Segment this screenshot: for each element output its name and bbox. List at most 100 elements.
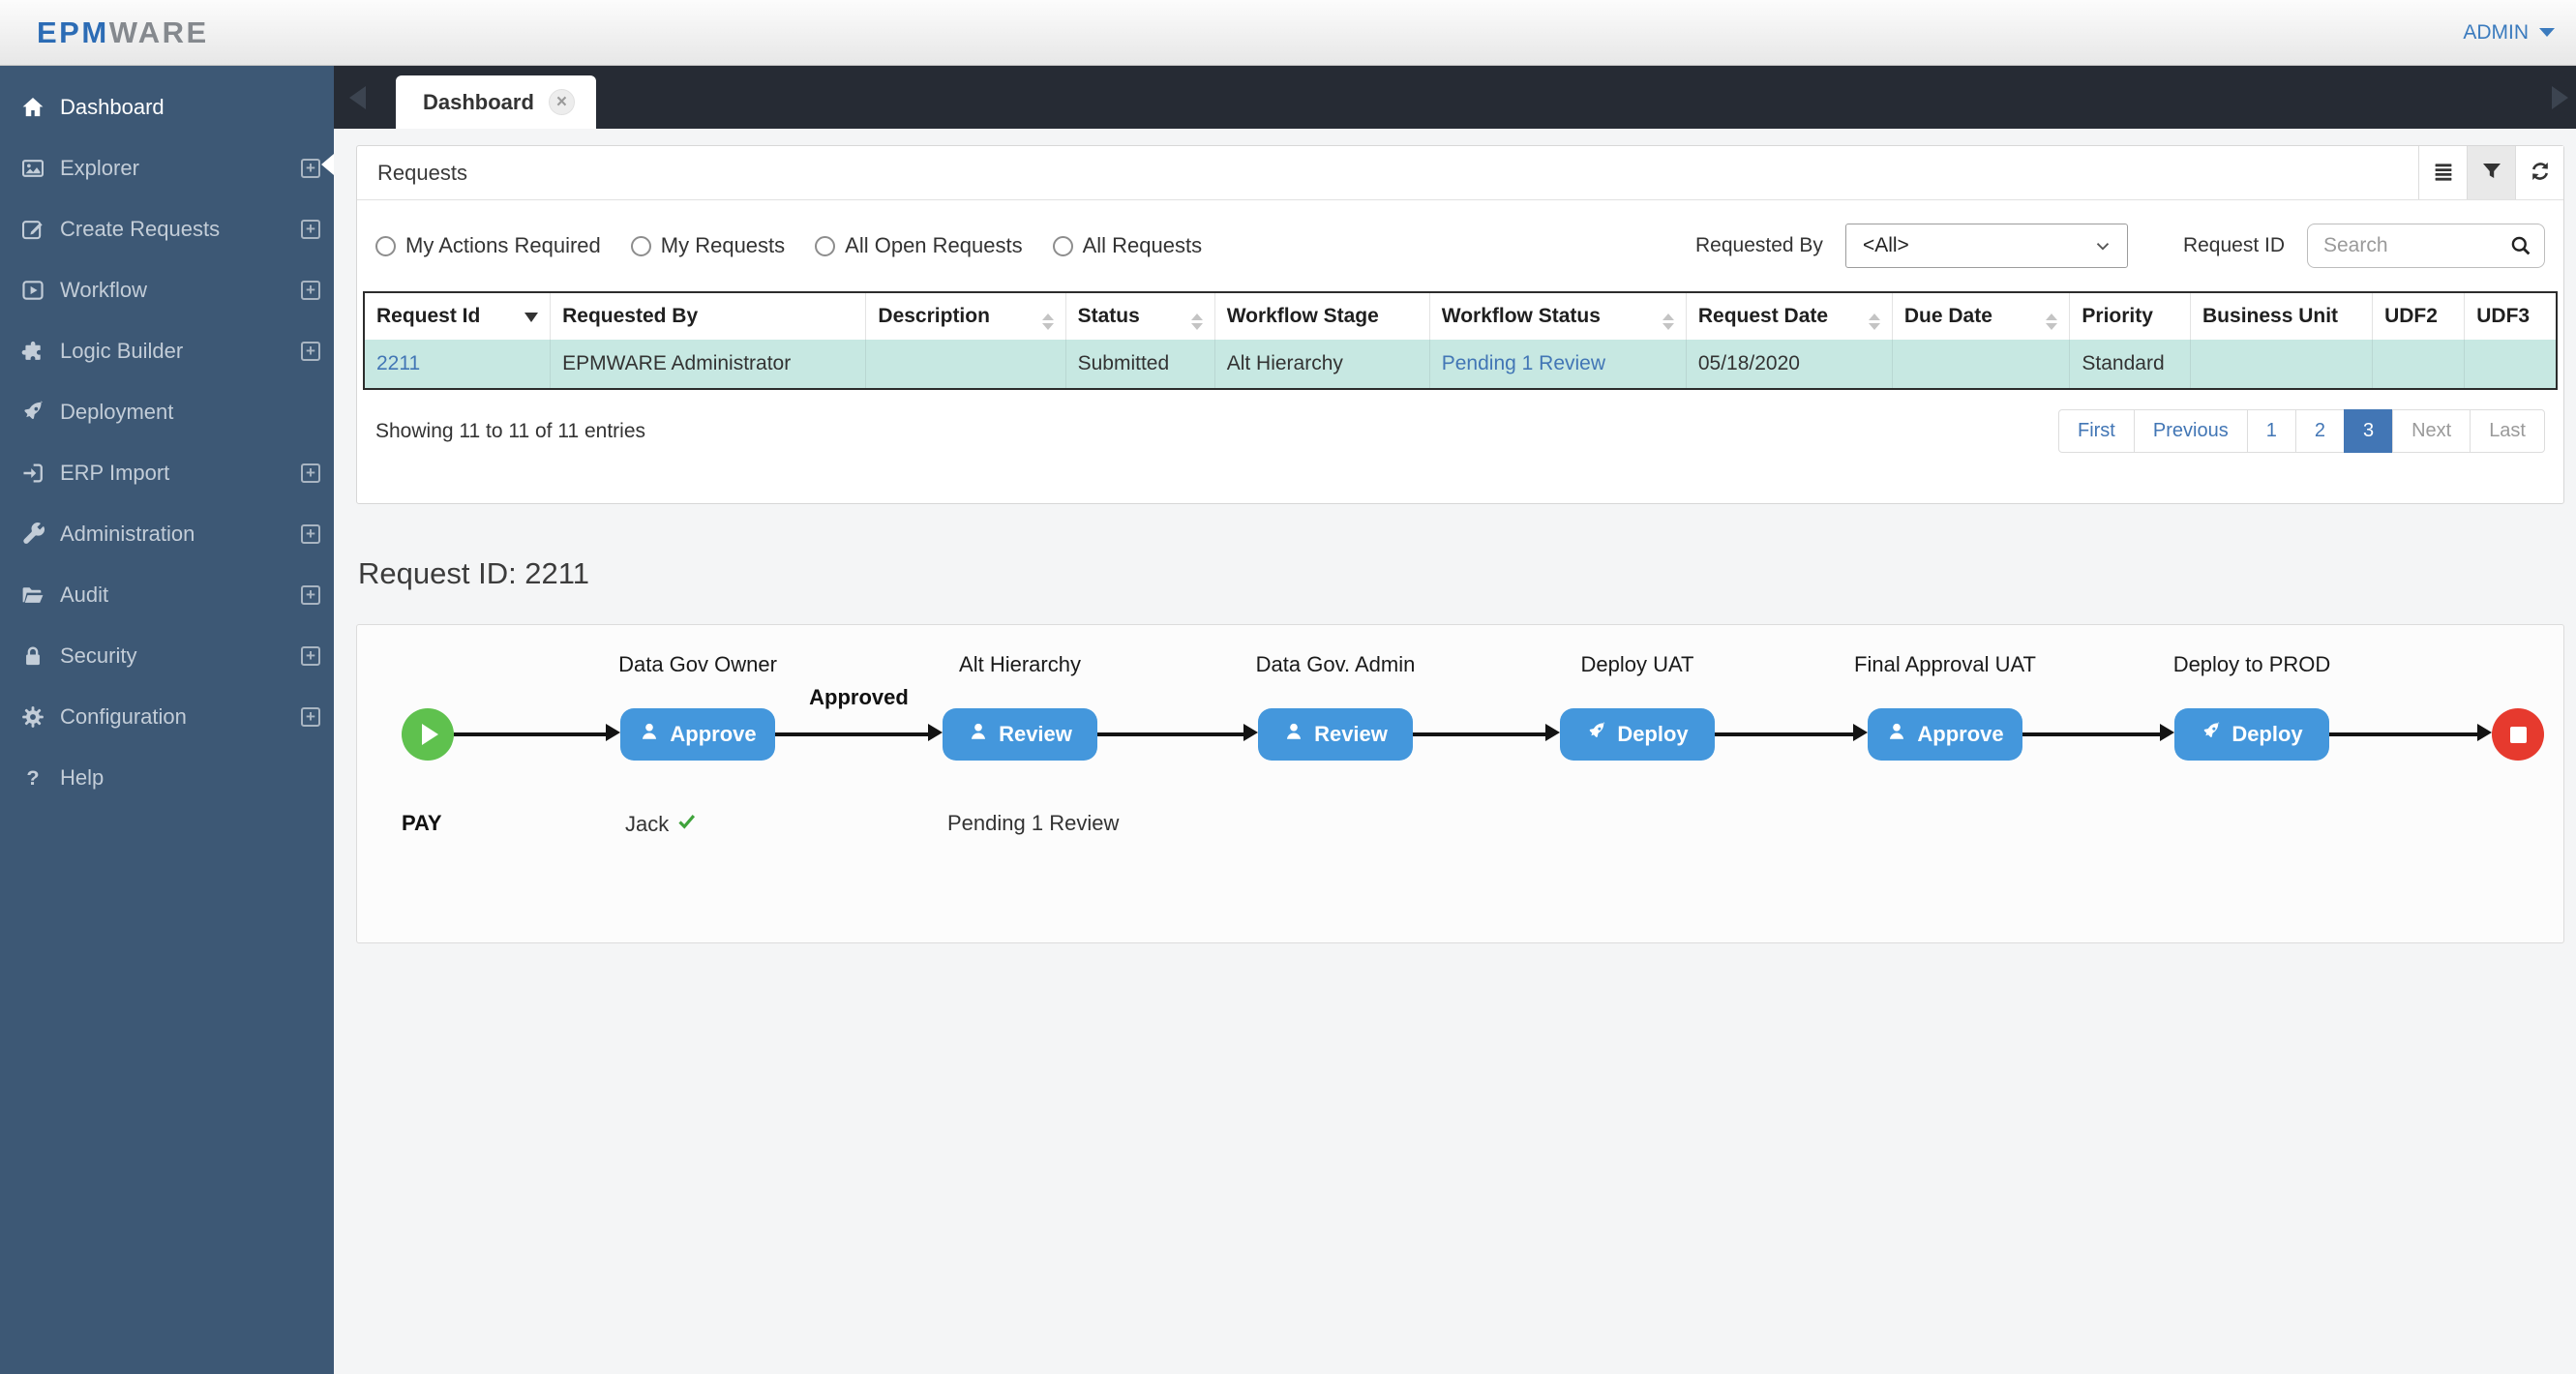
sidebar-item-administration[interactable]: Administration + [0, 503, 334, 564]
scroll-tabs-right-icon[interactable] [2552, 86, 2568, 109]
column-header-workflow-stage[interactable]: Workflow Stage [1214, 292, 1430, 340]
stage-button-review-data-gov-admin[interactable]: Review [1258, 708, 1413, 761]
close-icon[interactable]: × [548, 89, 575, 115]
table-row[interactable]: 2211 EPMWARE Administrator Submitted Alt Hi… [364, 340, 2558, 389]
stage-button-deploy-deploy-to-prod[interactable]: Deploy [2174, 708, 2329, 761]
pagination: First Previous 1 2 3 Next Last [2057, 409, 2545, 453]
expand-icon[interactable]: + [301, 584, 320, 605]
list-button[interactable] [2418, 146, 2467, 199]
cell-link[interactable]: Pending 1 Review [1429, 340, 1687, 389]
column-header-status[interactable]: Status [1065, 292, 1215, 340]
sidebar-item-deployment[interactable]: Deployment [0, 381, 334, 442]
user-menu[interactable]: ADMIN [2463, 21, 2557, 45]
search-box [2307, 224, 2545, 268]
sidebar-item-logic-builder[interactable]: Logic Builder + [0, 320, 334, 381]
column-header-request-date[interactable]: Request Date [1686, 292, 1893, 340]
sidebar-item-workflow[interactable]: Workflow + [0, 259, 334, 320]
expand-icon[interactable]: + [301, 706, 320, 727]
tab-label: Dashboard [423, 89, 534, 114]
lookup-controls: Requested By <All> Request ID [1695, 224, 2545, 268]
radio-my-actions-required[interactable]: My Actions Required [375, 233, 601, 258]
sidebar-item-label: ERP Import [60, 460, 170, 485]
expand-icon[interactable]: + [301, 463, 320, 483]
image-icon [17, 155, 48, 182]
workflow-arrow [2022, 732, 2163, 736]
page-3[interactable]: 3 [2343, 409, 2394, 453]
user-icon [1886, 721, 1907, 748]
stage-button-review-alt-hierarchy[interactable]: Review [943, 708, 1097, 761]
column-label: Business Unit [2202, 305, 2339, 327]
requests-panel-header: Requests [357, 146, 2563, 200]
column-header-udf3[interactable]: UDF3 [2464, 292, 2558, 340]
search-icon[interactable] [2509, 234, 2532, 257]
sidebar-item-label: Administration [60, 521, 195, 546]
stage-title: Data Gov Owner [618, 652, 777, 676]
radio-my-requests[interactable]: My Requests [630, 233, 785, 258]
filter-row: My Actions Required My Requests All Open R… [363, 224, 2558, 268]
column-header-requested-by[interactable]: Requested By [550, 292, 867, 340]
expand-icon[interactable]: + [301, 523, 320, 544]
column-header-workflow-status[interactable]: Workflow Status [1429, 292, 1687, 340]
cell-link[interactable]: 2211 [364, 340, 552, 389]
scroll-tabs-left-icon[interactable] [349, 86, 366, 109]
cell: EPMWARE Administrator [550, 340, 867, 389]
column-label: Request Date [1697, 305, 1829, 327]
page-first[interactable]: First [2057, 409, 2135, 453]
sidebar-item-security[interactable]: Security + [0, 625, 334, 686]
radio-circle [375, 235, 396, 256]
column-header-request-id[interactable]: Request Id [364, 292, 552, 340]
chevron-down-icon [2096, 243, 2110, 251]
stage-button-label: Approve [670, 722, 757, 746]
page-previous[interactable]: Previous [2133, 409, 2248, 453]
column-header-priority[interactable]: Priority [2069, 292, 2192, 340]
wrench-icon [17, 521, 48, 548]
stage-title: Deploy UAT [1580, 652, 1694, 676]
sidebar-item-audit[interactable]: Audit + [0, 564, 334, 625]
radio-all-requests[interactable]: All Requests [1052, 233, 1202, 258]
deploy-rocket-icon [1586, 721, 1607, 748]
refresh-button[interactable] [2515, 146, 2563, 199]
stage-button-approve-final-approval-uat[interactable]: Approve [1868, 708, 2022, 761]
filter-button[interactable] [2467, 146, 2515, 199]
sort-icon [1036, 303, 1054, 330]
sidebar-item-help[interactable]: ? Help [0, 747, 334, 808]
sidebar-collapse-icon[interactable] [321, 154, 334, 175]
requested-by-select[interactable]: <All> [1844, 224, 2128, 268]
stage-title: Alt Hierarchy [959, 652, 1081, 676]
question-icon: ? [17, 764, 48, 792]
requests-panel: Requests My Actions Required My Requests A… [356, 145, 2564, 504]
expand-icon[interactable]: + [301, 341, 320, 361]
sidebar-item-dashboard[interactable]: Dashboard [0, 76, 334, 137]
expand-icon[interactable]: + [301, 280, 320, 300]
stage-button-label: Review [999, 722, 1072, 746]
selected-value: <All> [1862, 234, 1909, 256]
sidebar-item-configuration[interactable]: Configuration + [0, 686, 334, 747]
table-header-row: Request Id Requested By Description Status W… [364, 292, 2558, 340]
stage-status: Pending 1 Review [947, 811, 1119, 836]
page-1[interactable]: 1 [2246, 409, 2296, 453]
workflow-arrow [1097, 732, 1246, 736]
sort-icon [1863, 303, 1880, 330]
stage-button-deploy-deploy-uat[interactable]: Deploy [1560, 708, 1715, 761]
page-2[interactable]: 2 [2294, 409, 2345, 453]
lock-icon [17, 642, 48, 670]
tab-dashboard[interactable]: Dashboard × [396, 75, 596, 129]
column-header-udf2[interactable]: UDF2 [2372, 292, 2466, 340]
sidebar-item-label: Workflow [60, 277, 148, 302]
sort-desc-icon [519, 305, 539, 328]
stage-status: Jack [625, 811, 697, 837]
stage-button-approve-data-gov-owner[interactable]: Approve [620, 708, 775, 761]
column-header-due-date[interactable]: Due Date [1892, 292, 2071, 340]
expand-icon[interactable]: + [301, 645, 320, 666]
sidebar-item-explorer[interactable]: Explorer + [0, 137, 334, 198]
workflow-lane-label: PAY [402, 811, 442, 835]
column-header-description[interactable]: Description [865, 292, 1066, 340]
sidebar-item-erp-import[interactable]: ERP Import + [0, 442, 334, 503]
expand-icon[interactable]: + [301, 219, 320, 239]
sidebar-item-create-requests[interactable]: Create Requests + [0, 198, 334, 259]
radio-all-open-requests[interactable]: All Open Requests [815, 233, 1023, 258]
column-header-business-unit[interactable]: Business Unit [2190, 292, 2374, 340]
sidebar-item-label: Explorer [60, 155, 139, 180]
transition-label: Approved [809, 685, 909, 709]
expand-icon[interactable]: + [301, 158, 320, 178]
